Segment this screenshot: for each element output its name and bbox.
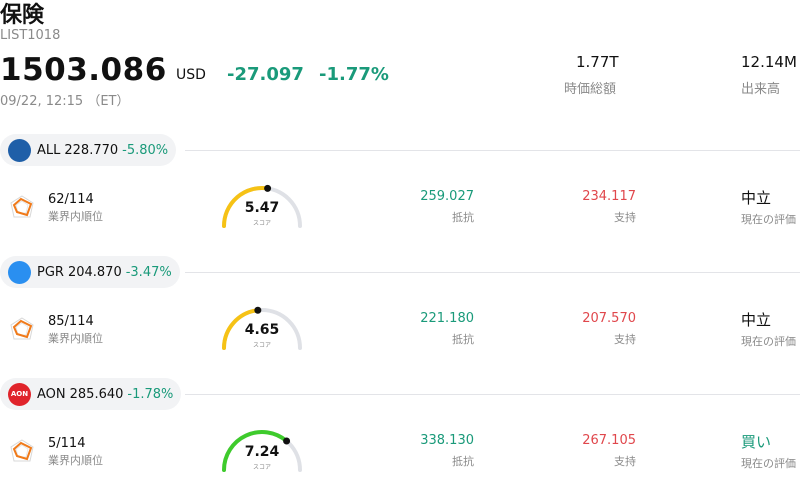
company-logo-icon	[8, 260, 31, 284]
radar-icon	[10, 195, 34, 218]
price-change: -27.097	[227, 64, 304, 85]
stock-price: 228.770	[64, 142, 119, 158]
radar-icon	[10, 317, 34, 340]
support-label: 支持	[614, 211, 636, 224]
stock-chip[interactable]: AON AON 285.640 -1.78%	[0, 378, 182, 410]
market-cap-label: 時価総額	[564, 82, 617, 97]
support-label: 支持	[614, 455, 636, 468]
stock-symbol: PGR	[37, 264, 64, 280]
score-value: 4.65	[244, 322, 280, 338]
stock-change-percent: -3.47%	[125, 264, 172, 280]
row-divider	[185, 150, 800, 151]
resistance-value: 338.130	[420, 433, 474, 448]
market-cap-value: 1.77T	[576, 53, 619, 71]
support-value: 234.117	[582, 189, 636, 204]
support-label: 支持	[614, 333, 636, 346]
industry-rank-value: 5/114	[48, 436, 86, 451]
gauge-indicator	[264, 184, 272, 192]
industry-rank-value: 85/114	[48, 314, 94, 329]
industry-rank-label: 業界内順位	[48, 454, 103, 467]
evaluation-value: 中立	[741, 189, 772, 207]
stock-chip[interactable]: PGR 204.870 -3.47%	[0, 256, 180, 288]
score-label: スコア	[252, 220, 271, 227]
row-divider	[185, 394, 800, 395]
company-logo-icon	[8, 138, 31, 162]
evaluation-label: 現在の評価	[741, 213, 796, 226]
volume-value: 12.14M	[741, 53, 797, 71]
stock-change-percent: -5.80%	[122, 142, 169, 158]
support-value: 267.105	[582, 433, 636, 448]
stock-price: 285.640	[69, 386, 124, 402]
stock-change-percent: -1.78%	[127, 386, 174, 402]
industry-rank-label: 業界内順位	[48, 332, 103, 345]
industry-rank-label: 業界内順位	[48, 210, 103, 223]
page-title: 保険	[0, 3, 45, 28]
radar-icon	[10, 439, 34, 462]
score-value: 5.47	[244, 200, 280, 216]
volume-label: 出来高	[741, 82, 781, 97]
gauge-indicator	[254, 306, 262, 314]
resistance-value: 221.180	[420, 311, 474, 326]
timestamp: 09/22, 12:15 （ET）	[0, 94, 130, 109]
index-price: 1503.086	[0, 52, 167, 88]
stock-chip[interactable]: ALL 228.770 -5.80%	[0, 134, 177, 166]
score-value: 7.24	[244, 444, 280, 460]
currency-label: USD	[176, 67, 206, 83]
evaluation-value: 買い	[741, 433, 772, 451]
company-logo-icon: AON	[8, 382, 31, 406]
support-value: 207.570	[582, 311, 636, 326]
row-divider	[185, 272, 800, 273]
price-change-percent: -1.77%	[319, 64, 389, 85]
score-label: スコア	[252, 342, 271, 349]
industry-rank-value: 62/114	[48, 192, 94, 207]
resistance-label: 抵抗	[452, 455, 474, 468]
resistance-label: 抵抗	[452, 211, 474, 224]
evaluation-label: 現在の評価	[741, 457, 796, 470]
stock-symbol: ALL	[37, 142, 61, 158]
stock-price: 204.870	[67, 264, 122, 280]
index-code: LIST1018	[0, 28, 61, 43]
resistance-label: 抵抗	[452, 333, 474, 346]
evaluation-label: 現在の評価	[741, 335, 796, 348]
stock-symbol: AON	[37, 386, 66, 402]
evaluation-value: 中立	[741, 311, 772, 329]
score-label: スコア	[252, 464, 271, 471]
resistance-value: 259.027	[420, 189, 474, 204]
